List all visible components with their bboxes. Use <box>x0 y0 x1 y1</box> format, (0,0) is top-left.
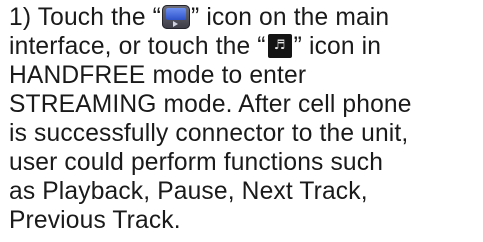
streaming-mode-icon <box>162 4 191 29</box>
instruction-line-1: 1) Touch the “ ” icon on the main <box>9 3 483 32</box>
instruction-line-3: HANDFREE mode to enter <box>9 62 307 89</box>
instruction-paragraph: 1) Touch the “ ” icon on the main interfa… <box>9 3 483 235</box>
line-2-text-before-icon: interface, or touch the “ <box>9 33 266 60</box>
music-note-icon: ♬ <box>267 33 292 58</box>
line-2-text-after-icon: ” icon in <box>293 33 382 60</box>
instruction-line-8: Previous Track. <box>9 207 181 234</box>
instruction-line-4: STREAMING mode. After cell phone <box>9 91 412 118</box>
line-1-text-before-icon: 1) Touch the “ <box>9 4 162 31</box>
instruction-line-7: as Playback, Pause, Next Track, <box>9 178 368 205</box>
streaming-icon-play-triangle <box>173 20 179 27</box>
instruction-line-6: user could perform functions such <box>9 149 384 176</box>
instruction-line-2: interface, or touch the “♬” icon in <box>9 32 483 61</box>
streaming-icon-screen <box>166 7 187 20</box>
line-1-text-after-icon: ” icon on the main <box>191 4 390 31</box>
instruction-line-5: is successfully connector to the unit, <box>9 120 409 147</box>
